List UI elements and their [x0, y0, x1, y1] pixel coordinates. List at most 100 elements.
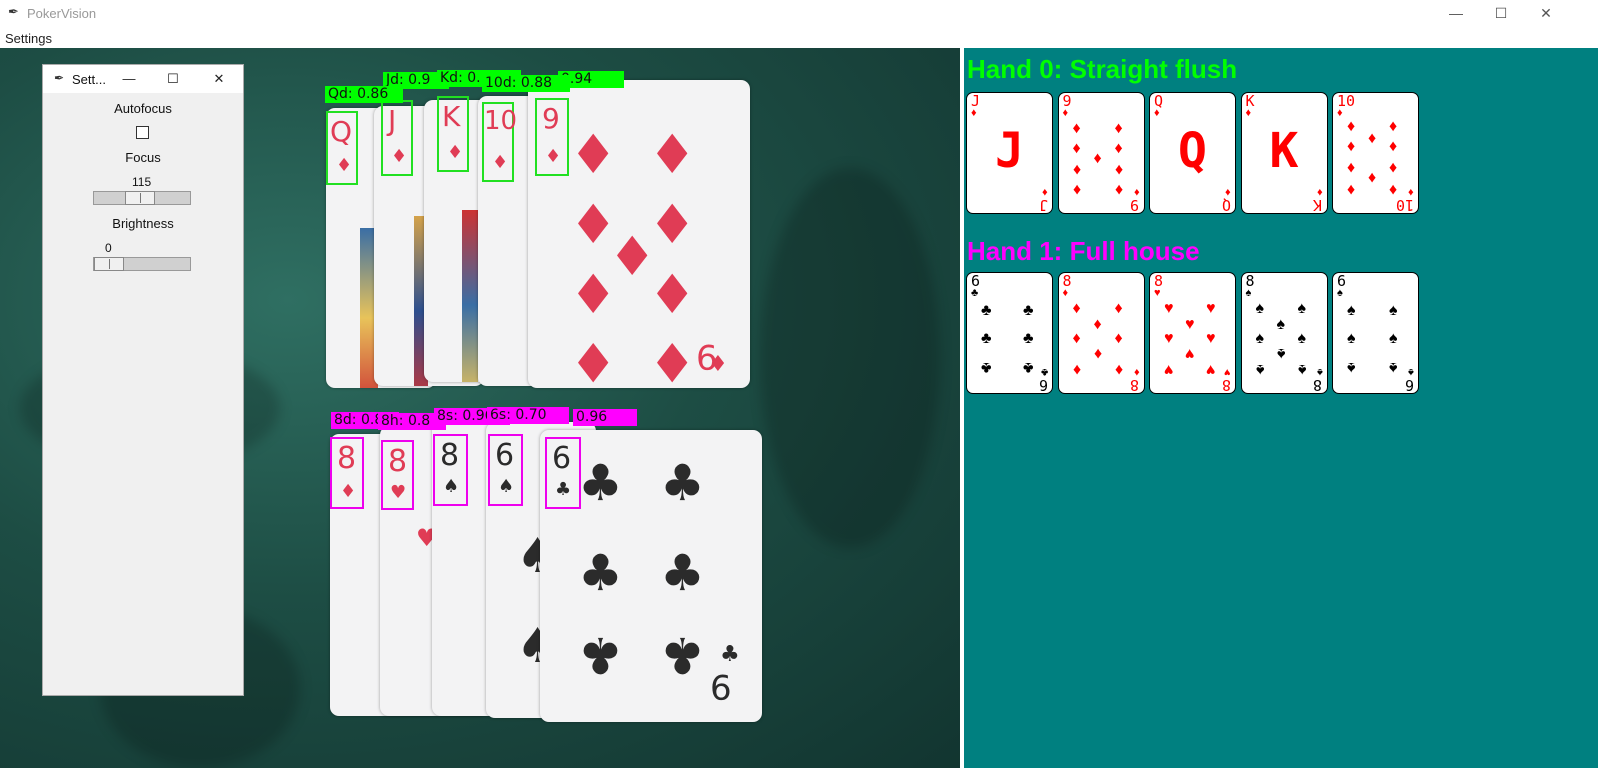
- club-icon: ♣: [1040, 366, 1048, 378]
- card-face-letter: J: [995, 123, 1024, 179]
- diamond-icon: ♦: [1133, 366, 1140, 378]
- spade-pip: ♠: [1389, 330, 1398, 347]
- hand-card: J ♦ J J ♦: [966, 92, 1053, 214]
- feather-icon: ✒: [54, 71, 65, 85]
- brightness-slider[interactable]: [93, 257, 191, 271]
- card-corner-rank: 9: [710, 666, 732, 706]
- detection-box: 6 ♠: [488, 434, 523, 506]
- menu-settings[interactable]: Settings: [5, 31, 52, 46]
- hands-panel: Hand 0: Straight flush J ♦ J J ♦ 9 ♦ ♦ ♦ ♦ ♦ ♦ ♦ ♦ ♦ ♦ 9…: [964, 48, 1598, 768]
- maximize-button[interactable]: ☐: [1478, 0, 1524, 26]
- brightness-label: Brightness: [112, 216, 174, 231]
- diamond-pip: ♦: [569, 330, 618, 388]
- diamond-pip: ♦: [1347, 159, 1356, 176]
- brightness-slider-thumb[interactable]: [94, 257, 124, 271]
- diamond-pip: ♦: [1072, 300, 1081, 317]
- diamond-icon: ♦: [1225, 186, 1231, 198]
- diamond-pip: ♦: [1072, 161, 1081, 178]
- minimize-button[interactable]: —: [1433, 0, 1479, 26]
- hand-card: Q ♦ Q Q ♦: [1149, 92, 1236, 214]
- hand-card: 6 ♣ ♣ ♣ ♣ ♣ ♣ ♣ 6 ♣: [966, 272, 1053, 394]
- corner-rank: 8: [388, 444, 408, 479]
- diamond-icon: ♦: [1245, 107, 1252, 119]
- settings-window: ✒ Sett... — ☐ ✕ Autofocus Focus 115 Brig…: [42, 64, 244, 696]
- corner-rank: 6: [552, 441, 572, 476]
- heart-pip: ♥: [1206, 361, 1216, 378]
- autofocus-checkbox[interactable]: [136, 126, 149, 139]
- hand-1-title: Hand 1: Full house: [967, 236, 1200, 266]
- club-pip: ♣: [555, 479, 572, 500]
- settings-close-button[interactable]: ✕: [197, 65, 241, 93]
- focus-slider-thumb[interactable]: [125, 191, 155, 205]
- settings-maximize-button[interactable]: ☐: [151, 65, 195, 93]
- focus-label: Focus: [125, 150, 161, 165]
- club-pip: ♣: [578, 454, 623, 512]
- focus-slider[interactable]: [93, 191, 191, 205]
- title-bar: ✒ PokerVision — ☐ ✕: [0, 0, 1598, 26]
- detection-label: 6s: 0.70: [487, 407, 569, 424]
- corner-rank: 10: [484, 106, 518, 136]
- diamond-pip: ♦: [1347, 118, 1356, 135]
- diamond-pip: ♦: [648, 330, 697, 388]
- close-button[interactable]: ✕: [1523, 0, 1569, 26]
- diamond-icon: ♦: [1408, 186, 1414, 198]
- corner-rank: 9: [542, 102, 560, 135]
- spade-pip: ♠: [1255, 361, 1265, 378]
- diamond-pip: ♦: [1072, 361, 1081, 378]
- detection-box: 6 ♣: [545, 437, 581, 509]
- cloth-fold: [760, 168, 940, 548]
- card-rank-inverted: K: [1313, 196, 1323, 214]
- spade-pip: ♠: [1276, 345, 1286, 362]
- diamond-icon: ♦: [1062, 287, 1069, 299]
- club-pip: ♣: [578, 544, 623, 602]
- diamond-pip: ♦: [569, 123, 618, 186]
- spade-icon: ♠: [1337, 287, 1343, 299]
- settings-minimize-button[interactable]: —: [107, 65, 151, 93]
- autofocus-label: Autofocus: [114, 101, 172, 116]
- diamond-pip: ♦: [648, 123, 697, 186]
- club-pip: ♣: [720, 642, 740, 667]
- card-rank-inverted: J: [1038, 196, 1048, 214]
- diamond-icon: ♦: [1154, 107, 1160, 119]
- hand-0-title: Hand 0: Straight flush: [967, 54, 1238, 84]
- club-pip: ♣: [1023, 302, 1034, 319]
- diamond-pip: ♦: [545, 146, 562, 167]
- card-rank-inverted: 6: [1038, 376, 1048, 394]
- diamond-icon: ♦: [1042, 186, 1048, 198]
- diamond-icon: ♦: [971, 107, 977, 119]
- diamond-pip: ♦: [1389, 159, 1398, 176]
- corner-rank: 8: [440, 438, 460, 473]
- spade-icon: ♠: [1245, 287, 1252, 299]
- spade-pip: ♠: [498, 476, 515, 497]
- club-pip: ♣: [660, 544, 705, 602]
- diamond-pip: ♦: [1072, 181, 1081, 198]
- spade-pip: ♠: [1297, 361, 1307, 378]
- corner-rank: 6: [495, 438, 515, 473]
- diamond-pip: ♦: [1072, 140, 1081, 157]
- spade-pip: ♠: [1276, 316, 1286, 333]
- hand-card: 9 ♦ ♦ ♦ ♦ ♦ ♦ ♦ ♦ ♦ ♦ 9 ♦: [1057, 92, 1145, 214]
- diamond-icon: ♦: [1062, 107, 1069, 119]
- card-rank-inverted: 9: [1130, 196, 1140, 214]
- club-pip: ♣: [981, 359, 992, 376]
- heart-pip: ♥: [1164, 300, 1174, 317]
- club-pip: ♣: [660, 626, 705, 684]
- settings-title-bar: ✒ Sett... — ☐ ✕: [43, 65, 243, 93]
- diamond-pip: ♦: [1072, 330, 1081, 347]
- hand-card: 8 ♦ ♦ ♦ ♦ ♦ ♦ ♦ ♦ ♦ 8 ♦: [1057, 272, 1145, 394]
- spade-pip: ♠: [1255, 330, 1265, 347]
- detection-box: 8 ♥: [381, 440, 414, 510]
- detection-box: 10 ♦: [482, 102, 518, 182]
- diamond-pip: ♦: [1368, 169, 1377, 186]
- hand-card: 8 ♠ ♠ ♠ ♠ ♠ ♠ ♠ ♠ ♠ 8 ♠: [1240, 272, 1328, 394]
- club-pip: ♣: [981, 302, 992, 319]
- diamond-pip: ♦: [1114, 361, 1123, 378]
- heart-pip: ♥: [390, 482, 407, 503]
- diamond-pip: ♦: [391, 146, 408, 167]
- diamond-pip: ♦: [447, 142, 464, 163]
- detection-box: Q ♦: [326, 111, 358, 185]
- diamond-pip: ♦: [1114, 120, 1123, 137]
- diamond-pip: ♦: [1093, 150, 1102, 167]
- spade-icon: ♠: [1408, 366, 1414, 378]
- diamond-pip: ♦: [1114, 161, 1123, 178]
